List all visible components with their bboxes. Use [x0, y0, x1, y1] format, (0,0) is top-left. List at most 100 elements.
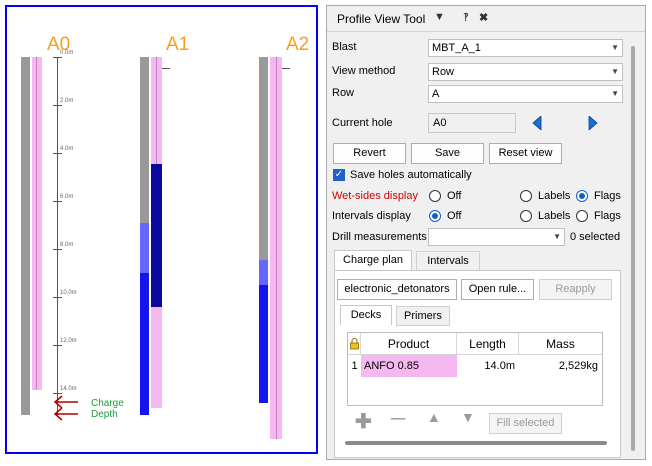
row-value: A	[432, 88, 440, 100]
hole-a0-pink-column[interactable]	[32, 57, 42, 390]
previous-hole-icon[interactable]	[532, 116, 542, 130]
hole-a2-deck-blue[interactable]	[259, 285, 268, 403]
hole-a0-centerline	[36, 57, 37, 390]
product-cell[interactable]: ANFO 0.85	[361, 355, 457, 377]
vertical-scrollbar-thumb[interactable]	[631, 46, 635, 451]
depth-tick-label: 2.0m	[60, 98, 74, 104]
depth-tick-label: 10.0m	[60, 290, 77, 296]
depth-ruler-tick-2	[53, 153, 62, 154]
drill-measurements-label: Drill measurements	[332, 231, 427, 243]
chevron-down-icon: ▼	[611, 43, 619, 52]
depth-tick-label: 0.0m	[60, 50, 74, 56]
row-select[interactable]: A ▼	[428, 85, 623, 103]
close-icon[interactable]: ✖	[479, 11, 488, 24]
view-method-value: Row	[432, 66, 455, 78]
intervals-labels-label: Labels	[538, 210, 571, 222]
depth-ruler-line	[57, 57, 58, 415]
row-index: 1	[351, 360, 358, 372]
intervals-labels-radio[interactable]	[520, 210, 532, 222]
remove-icon[interactable]: ─	[391, 408, 405, 431]
wet-sides-flags-radio[interactable]	[576, 190, 588, 202]
reset-view-button[interactable]: Reset view	[489, 143, 562, 164]
wet-sides-off-radio[interactable]	[429, 190, 441, 202]
pin-icon[interactable]: ‽	[463, 11, 469, 24]
depth-ruler-tick-5	[53, 297, 62, 298]
panel-title-bar[interactable]: Profile View Tool ▼ ‽ ✖	[327, 6, 645, 32]
decks-table: Product Length Mass 1 ANFO 0.85 14.0m 2,…	[347, 332, 603, 406]
wet-sides-labels-label: Labels	[538, 190, 571, 202]
intervals-off-label: Off	[447, 210, 462, 222]
horizontal-scrollbar[interactable]	[345, 441, 607, 445]
hole-a2-deck-mid[interactable]	[259, 260, 268, 285]
panel-title: Profile View Tool	[337, 12, 426, 26]
lock-column-header	[348, 333, 361, 355]
view-method-select[interactable]: Row ▼	[428, 63, 623, 81]
hole-label-a1: A1	[166, 34, 190, 55]
row-label: Row	[332, 87, 355, 99]
chevron-down-icon: ▼	[553, 232, 561, 241]
intervals-off-radio[interactable]	[429, 210, 441, 222]
profile-view-tool-panel: Profile View Tool ▼ ‽ ✖ Blast MBT_A_1 ▼ …	[326, 5, 646, 460]
chevron-down-icon: ▼	[611, 89, 619, 98]
reapply-button[interactable]: Reapply	[539, 279, 612, 300]
length-cell[interactable]: 14.0m	[457, 355, 519, 377]
intervals-flags-radio[interactable]	[576, 210, 588, 222]
hole-a1-rock-column[interactable]	[140, 57, 149, 223]
depth-tick-label: 12.0m	[60, 338, 77, 344]
open-rule-button[interactable]: Open rule...	[461, 279, 534, 300]
mass-cell[interactable]: 2,529kg	[519, 355, 602, 377]
wet-sides-off-label: Off	[447, 190, 462, 202]
tab-charge-plan[interactable]: Charge plan	[334, 250, 412, 270]
table-row[interactable]: 1 ANFO 0.85 14.0m 2,529kg	[348, 355, 602, 377]
drill-measurements-select[interactable]: ▼	[428, 228, 565, 246]
chevron-down-icon: ▼	[611, 67, 619, 76]
mass-column-header[interactable]: Mass	[519, 333, 602, 355]
depth-ruler-tick-1	[53, 105, 62, 106]
hole-a1-deck-blue[interactable]	[140, 273, 149, 415]
blast-select[interactable]: MBT_A_1 ▼	[428, 39, 623, 57]
hole-a0-rock-column[interactable]	[21, 57, 30, 415]
rule-name-button[interactable]: electronic_detonators	[337, 279, 457, 300]
tab-primers[interactable]: Primers	[396, 306, 450, 326]
hole-label-a2: A2	[286, 34, 310, 55]
view-method-label: View method	[332, 65, 396, 77]
hole-a1-deck-mid[interactable]	[140, 223, 149, 273]
revert-button[interactable]: Revert	[333, 143, 406, 164]
hole-a1-deck-dark[interactable]	[151, 164, 162, 307]
depth-ruler-tick-4	[53, 249, 62, 250]
depth-tick-label: 6.0m	[60, 194, 74, 200]
wet-sides-labels-radio[interactable]	[520, 190, 532, 202]
tab-intervals[interactable]: Intervals	[416, 251, 480, 271]
move-down-icon[interactable]: ▼	[461, 409, 475, 425]
current-hole-field[interactable]: A0	[428, 113, 516, 133]
hole-a1-collar-tick	[162, 68, 170, 69]
blast-label: Blast	[332, 41, 357, 53]
drill-measurements-count: 0 selected	[570, 231, 621, 243]
move-up-icon[interactable]: ▲	[427, 409, 441, 425]
hole-a1-pink-bottom[interactable]	[151, 307, 162, 408]
profile-view[interactable]: A0 A1 A2 0.0m 2.0m 4.0m 6.0m 8.0m 10.0m …	[0, 0, 324, 466]
fill-selected-button[interactable]: Fill selected	[489, 413, 562, 434]
chevron-down-icon[interactable]: ▼	[434, 11, 445, 23]
vertical-scrollbar-track[interactable]	[627, 34, 643, 459]
depth-tick-label: 4.0m	[60, 146, 74, 152]
depth-tick-label: 14.0m	[60, 386, 77, 392]
charge-depth-arrow-icon	[53, 395, 78, 421]
current-hole-label: Current hole	[332, 117, 393, 129]
depth-ruler-tick-0	[53, 57, 62, 58]
product-column-header[interactable]: Product	[361, 333, 457, 355]
hole-a2-collar-tick	[282, 68, 290, 69]
hole-a2-rock-column[interactable]	[259, 57, 268, 260]
depth-ruler-tick-3	[53, 201, 62, 202]
wet-sides-flags-label: Flags	[594, 190, 621, 202]
save-button[interactable]: Save	[411, 143, 484, 164]
save-auto-checkbox[interactable]: ✓	[333, 169, 345, 181]
hole-a1-centerline	[156, 57, 157, 164]
add-icon[interactable]: ✚	[355, 409, 372, 434]
tab-decks[interactable]: Decks	[340, 305, 392, 325]
intervals-display-label: Intervals display	[332, 210, 411, 222]
depth-label: Depth	[91, 409, 118, 420]
lock-icon	[349, 338, 359, 350]
next-hole-icon[interactable]	[588, 116, 598, 130]
length-column-header[interactable]: Length	[457, 333, 519, 355]
